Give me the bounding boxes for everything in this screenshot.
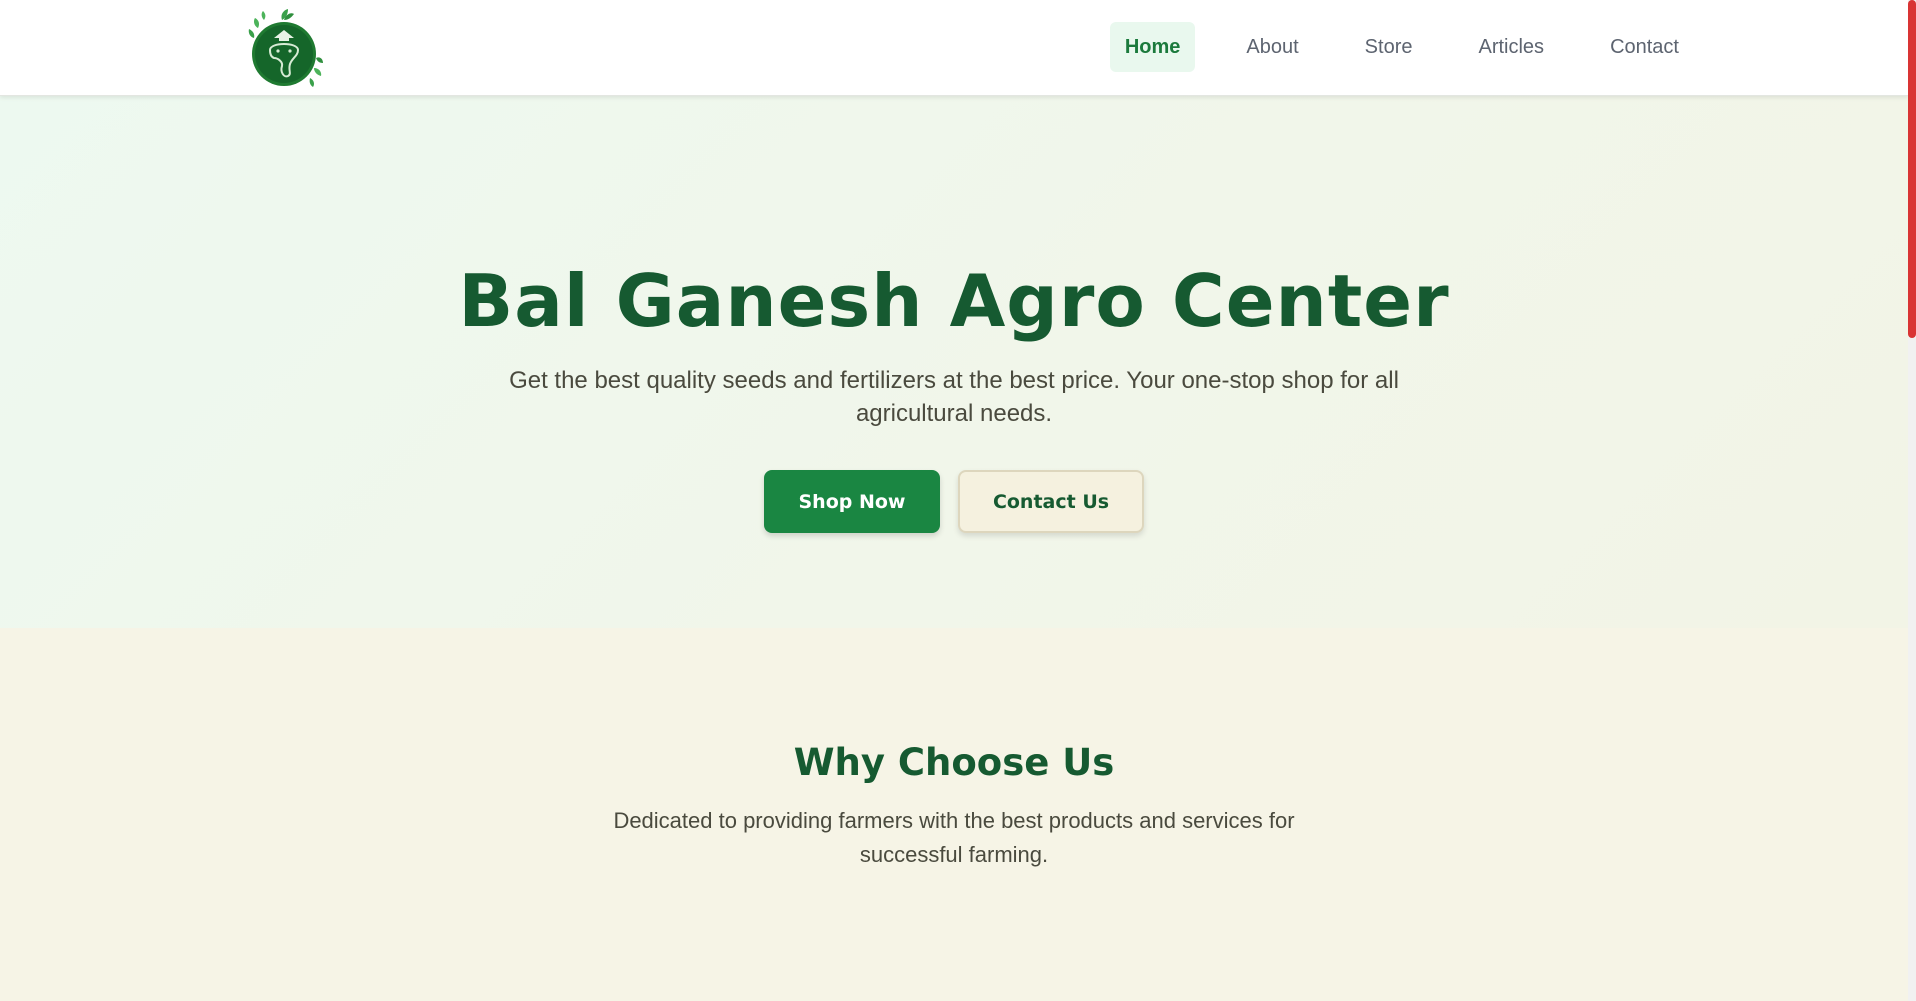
contact-us-button[interactable]: Contact Us <box>958 470 1144 533</box>
nav-item-about[interactable]: About <box>1231 22 1313 72</box>
nav-item-articles[interactable]: Articles <box>1463 22 1559 72</box>
why-choose-us-section: Why Choose Us Dedicated to providing far… <box>0 628 1908 1001</box>
hero-subtitle: Get the best quality seeds and fertilize… <box>509 367 1399 427</box>
site-header: Home About Store Articles Contact <box>0 0 1908 96</box>
hero-title: Bal Ganesh Agro Center <box>458 259 1450 343</box>
ganesha-leaf-logo-icon[interactable] <box>244 8 324 90</box>
why-choose-us-subtitle: Dedicated to providing farmers with the … <box>613 808 1295 867</box>
nav-item-contact[interactable]: Contact <box>1595 22 1694 72</box>
nav-item-store[interactable]: Store <box>1350 22 1428 72</box>
hero-section: Bal Ganesh Agro Center Get the best qual… <box>0 96 1908 628</box>
main-nav: Home About Store Articles Contact <box>1109 22 1694 72</box>
scrollbar-thumb[interactable] <box>1908 0 1916 338</box>
shop-now-button[interactable]: Shop Now <box>764 470 940 533</box>
nav-item-home[interactable]: Home <box>1109 22 1196 72</box>
why-choose-us-title: Why Choose Us <box>793 741 1115 784</box>
page: Home About Store Articles Contact Bal Ga… <box>0 0 1916 1001</box>
page-scrollbar[interactable] <box>1908 0 1916 1001</box>
